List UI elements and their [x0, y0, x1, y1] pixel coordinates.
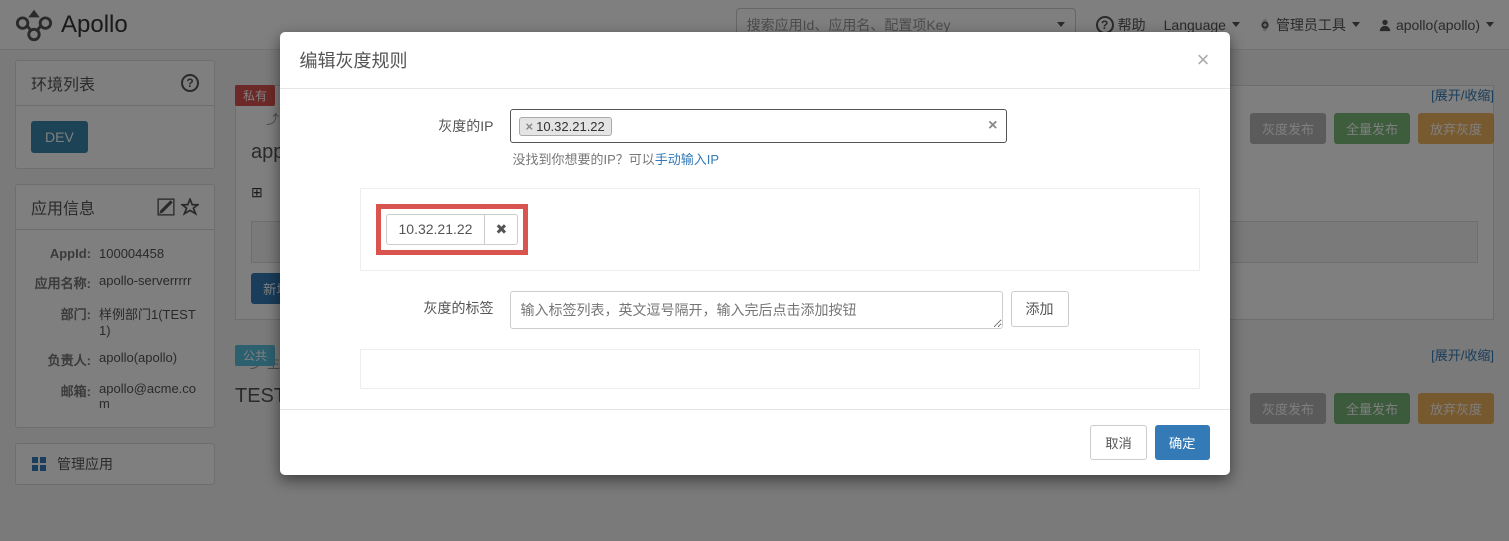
- manual-ip-link[interactable]: 手动输入IP: [655, 152, 719, 167]
- remove-tag-icon[interactable]: ×: [526, 119, 534, 134]
- close-button[interactable]: ×: [1197, 47, 1210, 73]
- ip-tag-text: 10.32.21.22: [536, 119, 605, 134]
- highlight-annotation: 10.32.21.22 ✖: [376, 204, 529, 255]
- modal-title: 编辑灰度规则: [300, 47, 408, 73]
- ip-chip: 10.32.21.22 ✖: [386, 214, 519, 245]
- selected-ip-box: 10.32.21.22 ✖: [360, 188, 1200, 271]
- add-tag-button[interactable]: 添加: [1011, 291, 1069, 327]
- ip-hint: 没找到你想要的IP？可以手动输入IP: [513, 149, 1210, 168]
- clear-all-icon[interactable]: ×: [988, 117, 997, 135]
- gray-tag-label: 灰度的标签: [300, 291, 510, 329]
- ip-tag: × 10.32.21.22: [519, 117, 612, 136]
- ip-chip-text: 10.32.21.22: [387, 215, 485, 244]
- edit-gray-rule-modal: 编辑灰度规则 × 灰度的IP × 10.32.21.22 × 没找到你想要的IP…: [280, 32, 1230, 475]
- cancel-button[interactable]: 取消: [1090, 425, 1147, 460]
- remove-ip-button[interactable]: ✖: [484, 215, 517, 244]
- confirm-button[interactable]: 确定: [1155, 425, 1210, 460]
- gray-tag-input[interactable]: [510, 291, 1003, 329]
- selected-tags-box: [360, 349, 1200, 389]
- gray-ip-label: 灰度的IP: [300, 109, 510, 168]
- gray-ip-select[interactable]: × 10.32.21.22 ×: [510, 109, 1007, 143]
